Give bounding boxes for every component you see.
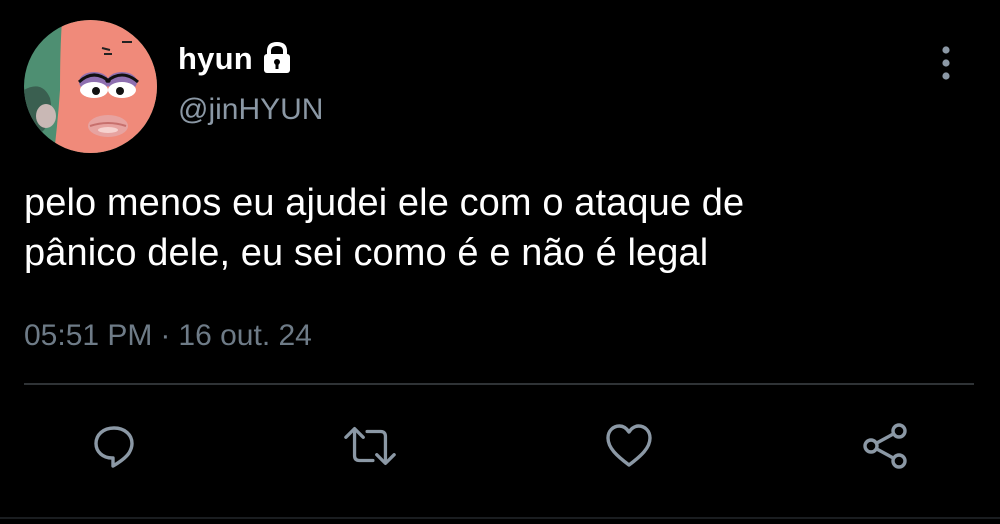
reply-icon [94, 426, 134, 468]
like-icon [606, 424, 652, 467]
tweet-text-line: pelo menos eu ajudei ele com o ataque de [24, 182, 745, 224]
tweet-text-line: pânico dele, eu sei como é e não é legal [24, 232, 709, 274]
display-name-row: hyun [178, 36, 293, 80]
more-vertical-icon [942, 46, 950, 80]
lock-icon [261, 41, 293, 75]
tweet-text: pelo menos eu ajudei ele com o ataque de… [24, 178, 964, 278]
share-button[interactable] [857, 418, 913, 474]
user-handle[interactable]: @jinHYUN [178, 95, 323, 125]
reply-button[interactable] [86, 418, 142, 474]
like-button[interactable] [601, 418, 657, 474]
tweet-time: 05:51 PM [24, 319, 153, 352]
display-name[interactable]: hyun [178, 43, 253, 74]
retweet-icon [344, 426, 396, 466]
more-options-button[interactable] [926, 40, 966, 86]
tweet-timestamp[interactable]: 05:51 PM · 16 out. 24 [24, 316, 312, 356]
divider [24, 383, 974, 385]
retweet-button[interactable] [342, 418, 398, 474]
avatar[interactable] [24, 20, 157, 153]
share-icon [863, 423, 907, 469]
bottom-divider [0, 517, 1000, 519]
avatar-image [24, 20, 157, 153]
tweet-date: 16 out. 24 [178, 319, 312, 352]
meta-separator: · [160, 319, 171, 352]
tweet-card: hyun @jinHYUN pelo menos eu ajudei ele c… [0, 0, 1000, 524]
